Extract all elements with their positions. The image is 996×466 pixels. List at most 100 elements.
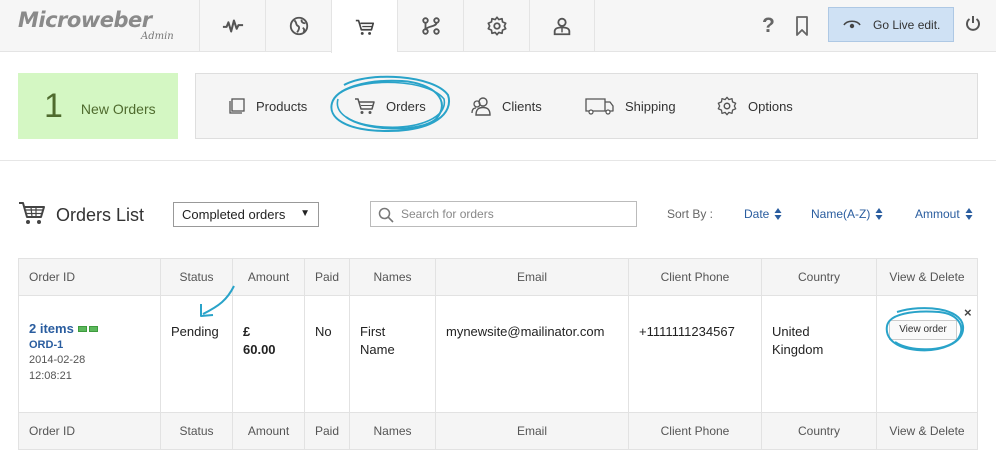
bookmark-icon <box>796 16 808 36</box>
email-value: mynewsite@mailinator.com <box>446 324 605 339</box>
paid-value: No <box>315 324 332 339</box>
order-id[interactable]: ORD-1 <box>29 338 150 352</box>
sort-arrows-icon <box>875 208 883 220</box>
subnav-clients-label: Clients <box>502 98 542 114</box>
foot-amount: Amount <box>233 413 305 449</box>
nav-shop[interactable] <box>331 0 397 53</box>
new-orders-count: 1 <box>44 87 63 125</box>
subnav-shipping-label: Shipping <box>625 98 676 114</box>
table-header-row: Order ID Status Amount Paid Names Email … <box>19 259 977 296</box>
options-gear-icon <box>717 96 737 116</box>
cell-amount: £ 60.00 <box>233 296 305 412</box>
order-search-box[interactable] <box>370 201 637 227</box>
eye-icon <box>843 19 861 28</box>
sort-name-label: Name(A-Z) <box>811 207 871 221</box>
cell-order-id: 2 items ORD-1 2014-02-28 12:08:21 <box>19 296 161 412</box>
col-order-id: Order ID <box>19 259 161 295</box>
search-input[interactable] <box>401 205 631 223</box>
foot-status: Status <box>161 413 233 449</box>
modules-icon <box>421 17 440 35</box>
table-row: 2 items ORD-1 2014-02-28 12:08:21 Pendin… <box>19 285 977 412</box>
go-live-edit-button[interactable]: Go Live edit. <box>828 7 954 42</box>
order-status: Pending <box>171 324 219 339</box>
order-items-count: 2 items <box>29 321 74 336</box>
subnav-products-label: Products <box>256 98 308 114</box>
subnav-options-label: Options <box>748 98 793 114</box>
subnav-orders[interactable]: Orders <box>354 74 426 138</box>
orders-table: Order ID Status Amount Paid Names Email … <box>18 258 978 450</box>
users-icon <box>553 17 571 36</box>
cell-names: First Name <box>350 296 436 412</box>
sort-by-label: Sort By : <box>667 207 714 221</box>
view-order-highlight-scribble <box>885 307 965 352</box>
country-line-1: United <box>772 324 810 339</box>
shop-icon <box>355 19 374 35</box>
order-items-link[interactable]: 2 items <box>29 320 150 338</box>
sort-amount-label: Ammout <box>915 207 960 221</box>
sort-arrows-icon <box>965 208 973 220</box>
cell-country: United Kingdom <box>762 296 877 412</box>
name-first: First <box>360 324 386 339</box>
col-paid: Paid <box>305 259 350 295</box>
products-icon <box>229 98 245 114</box>
go-live-label: Go Live edit. <box>873 17 941 32</box>
cart-icon <box>355 98 375 114</box>
foot-email: Email <box>436 413 629 449</box>
logo-brand: Microweber <box>18 8 152 32</box>
cell-status: Pending <box>161 285 235 412</box>
help-button[interactable]: ? <box>762 14 775 38</box>
col-client-phone: Client Phone <box>629 259 762 295</box>
orders-list-title: Orders List <box>56 205 145 225</box>
logo[interactable]: Microweber Admin <box>18 8 183 44</box>
top-bar: Microweber Admin ? Go Live edit. <box>0 0 996 53</box>
orders-list-icon-wrap <box>18 200 46 231</box>
arrow-annotation-icon <box>200 285 235 317</box>
foot-view-delete: View & Delete <box>889 424 965 438</box>
nav-stats[interactable] <box>199 0 265 52</box>
logout-button[interactable] <box>965 15 981 38</box>
new-orders-label: New Orders <box>80 101 156 117</box>
nav-website[interactable] <box>265 0 331 52</box>
foot-country: Country <box>762 413 877 449</box>
foot-names: Names <box>350 413 436 449</box>
subnav-orders-label: Orders <box>386 98 426 114</box>
sort-arrows-icon <box>774 208 782 220</box>
amount-currency: £ <box>243 324 251 339</box>
sort-name-link[interactable]: Name(A-Z) <box>811 207 883 221</box>
nav-modules[interactable] <box>397 0 463 52</box>
cell-email: mynewsite@mailinator.com <box>436 296 629 412</box>
cell-phone: +1111111234567 <box>629 296 762 412</box>
subnav-options[interactable]: Options <box>716 74 793 138</box>
subnav-clients[interactable]: Clients <box>470 74 542 138</box>
search-icon <box>378 207 394 223</box>
orders-cart-icon <box>19 202 45 224</box>
table-footer-row: Order ID Status Amount Paid Names Email … <box>19 412 977 449</box>
sort-date-link[interactable]: Date <box>744 207 782 221</box>
country-line-2: Kingdom <box>772 342 824 357</box>
name-last: Name <box>360 342 395 357</box>
foot-client-phone: Client Phone <box>629 413 762 449</box>
sort-amount-link[interactable]: Ammout <box>915 207 973 221</box>
website-icon <box>289 16 308 36</box>
amount-value: 60.00 <box>243 342 276 357</box>
new-orders-badge[interactable]: 1 New Orders <box>18 73 178 139</box>
col-amount: Amount <box>233 259 305 295</box>
shipping-truck-icon <box>585 98 614 115</box>
col-country: Country <box>762 259 877 295</box>
power-icon <box>966 16 980 31</box>
col-names: Names <box>350 259 436 295</box>
cell-view-delete: View order × <box>877 296 977 412</box>
col-email: Email <box>436 259 629 295</box>
foot-order-id: Order ID <box>19 413 161 449</box>
phone-value: +1111111234567 <box>639 324 735 339</box>
order-status-select[interactable]: Completed orders ▼ <box>173 202 319 227</box>
subnav-shipping[interactable]: Shipping <box>585 74 676 138</box>
subnav-products[interactable]: Products <box>228 74 307 138</box>
order-time: 12:08:21 <box>29 370 72 382</box>
nav-settings[interactable] <box>463 0 529 52</box>
nav-users[interactable] <box>529 0 595 52</box>
bookmark-button[interactable] <box>795 16 809 41</box>
cell-paid: No <box>305 296 350 412</box>
foot-paid: Paid <box>305 413 350 449</box>
clients-icon <box>471 97 491 116</box>
